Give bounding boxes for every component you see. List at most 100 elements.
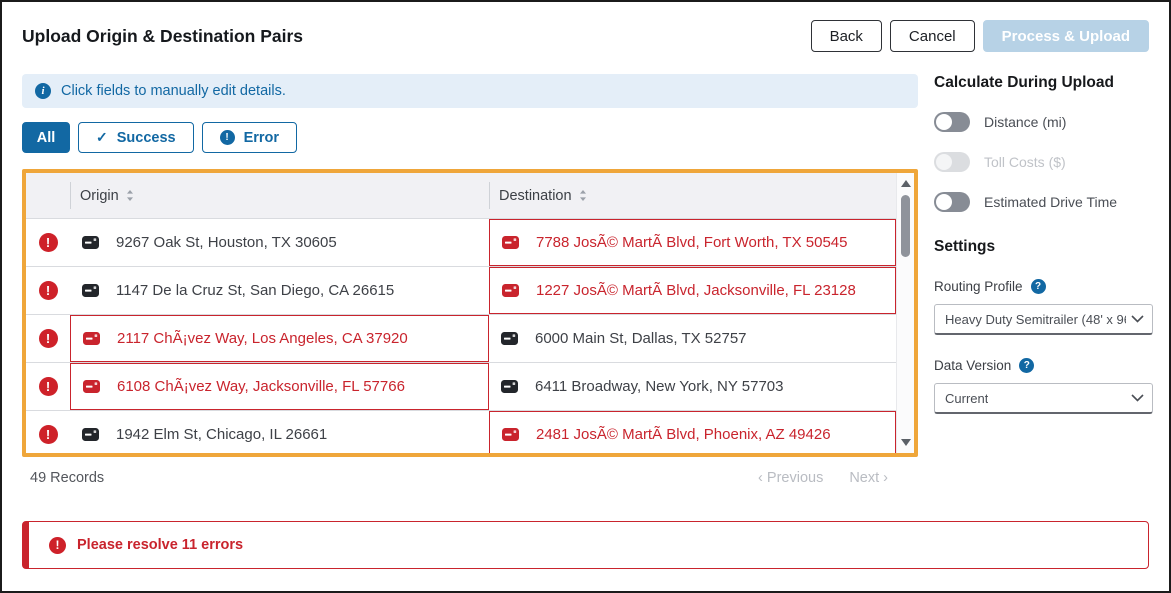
table-row: ! 1942 Elm St, Chicago, IL 26661 2481 Jo… <box>26 411 896 453</box>
table-row: ! 9267 Oak St, Houston, TX 30605 7788 Jo… <box>26 219 896 267</box>
row-status-cell: ! <box>26 315 70 362</box>
table-scrollbar[interactable] <box>896 173 914 453</box>
settings-heading: Settings <box>934 238 1153 256</box>
toggle-switch[interactable] <box>934 152 970 172</box>
destination-cell[interactable]: 1227 JosÃ© MartÃ Blvd, Jacksonville, FL … <box>489 267 896 314</box>
destination-column-header[interactable]: Destination <box>489 173 896 218</box>
routing-profile-label: Routing Profile <box>934 279 1023 294</box>
filter-success-button[interactable]: ✓ Success <box>78 122 194 153</box>
toggle-row: Toll Costs ($) <box>934 152 1153 172</box>
table-body: ! 9267 Oak St, Houston, TX 30605 7788 Jo… <box>26 219 896 453</box>
table-header: Origin Destination <box>26 173 896 219</box>
back-button[interactable]: Back <box>811 20 882 52</box>
routing-profile-select[interactable]: Heavy Duty Semitrailer (48' x 96" <box>934 304 1153 335</box>
cancel-button[interactable]: Cancel <box>890 20 975 52</box>
column-divider <box>70 182 71 209</box>
toggle-switch[interactable] <box>934 112 970 132</box>
sidebar: Calculate During Upload Distance (mi) To… <box>934 74 1153 414</box>
origin-column-label: Origin <box>80 188 119 204</box>
address-field-icon <box>83 380 100 393</box>
filter-success-label: Success <box>117 130 176 146</box>
origin-cell[interactable]: 6108 ChÃ¡vez Way, Jacksonville, FL 57766 <box>70 363 489 410</box>
filter-error-button[interactable]: ! Error <box>202 122 297 153</box>
table-row: ! 1147 De la Cruz St, San Diego, CA 2661… <box>26 267 896 315</box>
origin-address: 1147 De la Cruz St, San Diego, CA 26615 <box>116 282 394 299</box>
routing-profile-value: Heavy Duty Semitrailer (48' x 96" <box>945 312 1126 327</box>
address-field-icon <box>502 236 519 249</box>
main-column: i Click fields to manually edit details.… <box>22 74 918 486</box>
previous-page-link[interactable]: ‹ Previous <box>758 470 823 486</box>
origin-address: 9267 Oak St, Houston, TX 30605 <box>116 234 337 251</box>
destination-address: 6411 Broadway, New York, NY 57703 <box>535 378 784 395</box>
info-banner: i Click fields to manually edit details. <box>22 74 918 108</box>
data-version-value: Current <box>945 391 988 406</box>
destination-cell[interactable]: 2481 JosÃ© MartÃ Blvd, Phoenix, AZ 49426 <box>489 411 896 453</box>
help-icon[interactable]: ? <box>1031 279 1046 294</box>
sort-icon[interactable] <box>126 189 134 202</box>
filter-error-label: Error <box>244 130 279 146</box>
row-error-icon: ! <box>39 281 58 300</box>
address-field-icon <box>502 284 519 297</box>
row-error-icon: ! <box>39 329 58 348</box>
table-row: ! 6108 ChÃ¡vez Way, Jacksonville, FL 577… <box>26 363 896 411</box>
chevron-down-icon <box>1131 394 1144 402</box>
toggle-switch[interactable] <box>934 192 970 212</box>
info-banner-text: Click fields to manually edit details. <box>61 83 286 99</box>
row-status-cell: ! <box>26 363 70 410</box>
page-title: Upload Origin & Destination Pairs <box>22 26 303 47</box>
toggle-label: Distance (mi) <box>984 114 1066 130</box>
destination-column-label: Destination <box>499 188 572 204</box>
data-version-label-row: Data Version ? <box>934 358 1153 373</box>
origin-cell[interactable]: 2117 ChÃ¡vez Way, Los Angeles, CA 37920 <box>70 315 489 362</box>
origin-address: 1942 Elm St, Chicago, IL 26661 <box>116 426 327 443</box>
check-icon: ✓ <box>96 129 108 146</box>
origin-cell[interactable]: 1147 De la Cruz St, San Diego, CA 26615 <box>70 267 489 314</box>
help-icon[interactable]: ? <box>1019 358 1034 373</box>
toggle-label: Estimated Drive Time <box>984 194 1117 210</box>
origin-cell[interactable]: 1942 Elm St, Chicago, IL 26661 <box>70 411 489 453</box>
filter-row: All ✓ Success ! Error <box>22 122 918 153</box>
destination-cell[interactable]: 7788 JosÃ© MartÃ Blvd, Fort Worth, TX 50… <box>489 219 896 266</box>
address-field-icon <box>83 332 100 345</box>
destination-address: 2481 JosÃ© MartÃ Blvd, Phoenix, AZ 49426 <box>536 426 831 443</box>
top-bar: Upload Origin & Destination Pairs Back C… <box>22 18 1149 54</box>
address-field-icon <box>501 380 518 393</box>
toggle-knob <box>936 154 952 170</box>
scroll-up-icon[interactable] <box>901 180 911 187</box>
record-count: 49 Records <box>30 470 104 486</box>
column-divider <box>489 182 490 209</box>
error-banner: ! Please resolve 11 errors <box>22 521 1149 569</box>
info-icon: i <box>35 83 51 99</box>
toggle-knob <box>936 114 952 130</box>
top-actions: Back Cancel Process & Upload <box>811 20 1149 52</box>
routing-profile-label-row: Routing Profile ? <box>934 279 1153 294</box>
process-upload-button[interactable]: Process & Upload <box>983 20 1149 52</box>
origin-address: 6108 ChÃ¡vez Way, Jacksonville, FL 57766 <box>117 378 405 395</box>
address-field-icon <box>501 332 518 345</box>
sort-icon[interactable] <box>579 189 587 202</box>
row-error-icon: ! <box>39 233 58 252</box>
calculate-during-upload-heading: Calculate During Upload <box>934 74 1153 92</box>
toggle-label: Toll Costs ($) <box>984 154 1066 170</box>
error-banner-text: Please resolve 11 errors <box>77 537 243 553</box>
scrollbar-thumb[interactable] <box>901 195 910 257</box>
destination-cell[interactable]: 6000 Main St, Dallas, TX 52757 <box>489 315 896 362</box>
data-version-select[interactable]: Current <box>934 383 1153 414</box>
row-error-icon: ! <box>39 425 58 444</box>
toggle-knob <box>936 194 952 210</box>
destination-cell[interactable]: 6411 Broadway, New York, NY 57703 <box>489 363 896 410</box>
destination-address: 6000 Main St, Dallas, TX 52757 <box>535 330 747 347</box>
next-page-link[interactable]: Next › <box>849 470 888 486</box>
destination-address: 7788 JosÃ© MartÃ Blvd, Fort Worth, TX 50… <box>536 234 847 251</box>
origin-column-header[interactable]: Origin <box>70 173 489 218</box>
origin-cell[interactable]: 9267 Oak St, Houston, TX 30605 <box>70 219 489 266</box>
row-status-cell: ! <box>26 267 70 314</box>
status-column-header <box>26 173 70 218</box>
filter-all-button[interactable]: All <box>22 122 70 153</box>
scroll-down-icon[interactable] <box>901 439 911 446</box>
address-field-icon <box>82 236 99 249</box>
exclamation-icon: ! <box>220 130 235 145</box>
data-version-label: Data Version <box>934 358 1011 373</box>
table-row: ! 2117 ChÃ¡vez Way, Los Angeles, CA 3792… <box>26 315 896 363</box>
row-error-icon: ! <box>39 377 58 396</box>
